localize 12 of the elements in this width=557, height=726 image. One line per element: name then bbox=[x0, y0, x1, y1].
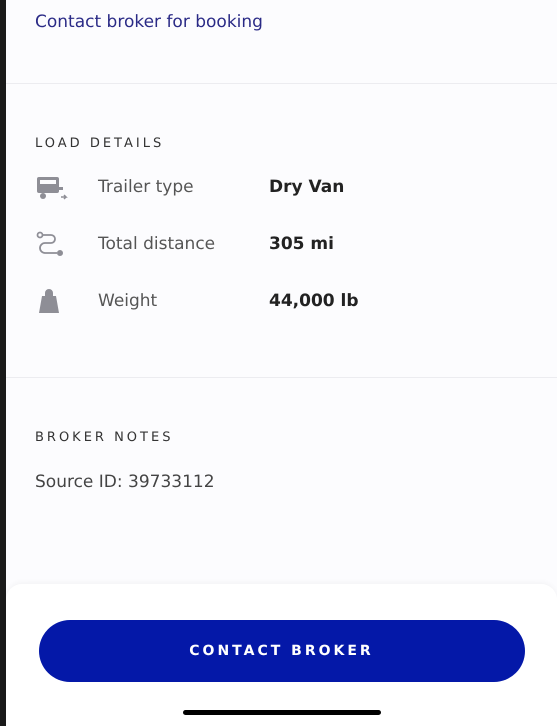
contact-broker-button[interactable]: CONTACT BROKER bbox=[38, 620, 524, 682]
trailer-icon bbox=[35, 174, 69, 200]
section-title: LOAD DETAILS bbox=[35, 135, 166, 153]
booking-link[interactable]: Contact broker for booking bbox=[35, 12, 263, 32]
detail-label: Weight bbox=[98, 290, 158, 313]
note-text: Source ID: 39733112 bbox=[35, 470, 216, 494]
section-title: BROKER NOTES bbox=[35, 429, 174, 447]
detail-label: Total distance bbox=[98, 232, 216, 256]
detail-label: Trailer type bbox=[98, 176, 195, 199]
detail-value: Dry Van bbox=[269, 176, 344, 199]
detail-value: 305 mi bbox=[269, 232, 334, 256]
detail-value: 44,000 lb bbox=[269, 290, 359, 313]
